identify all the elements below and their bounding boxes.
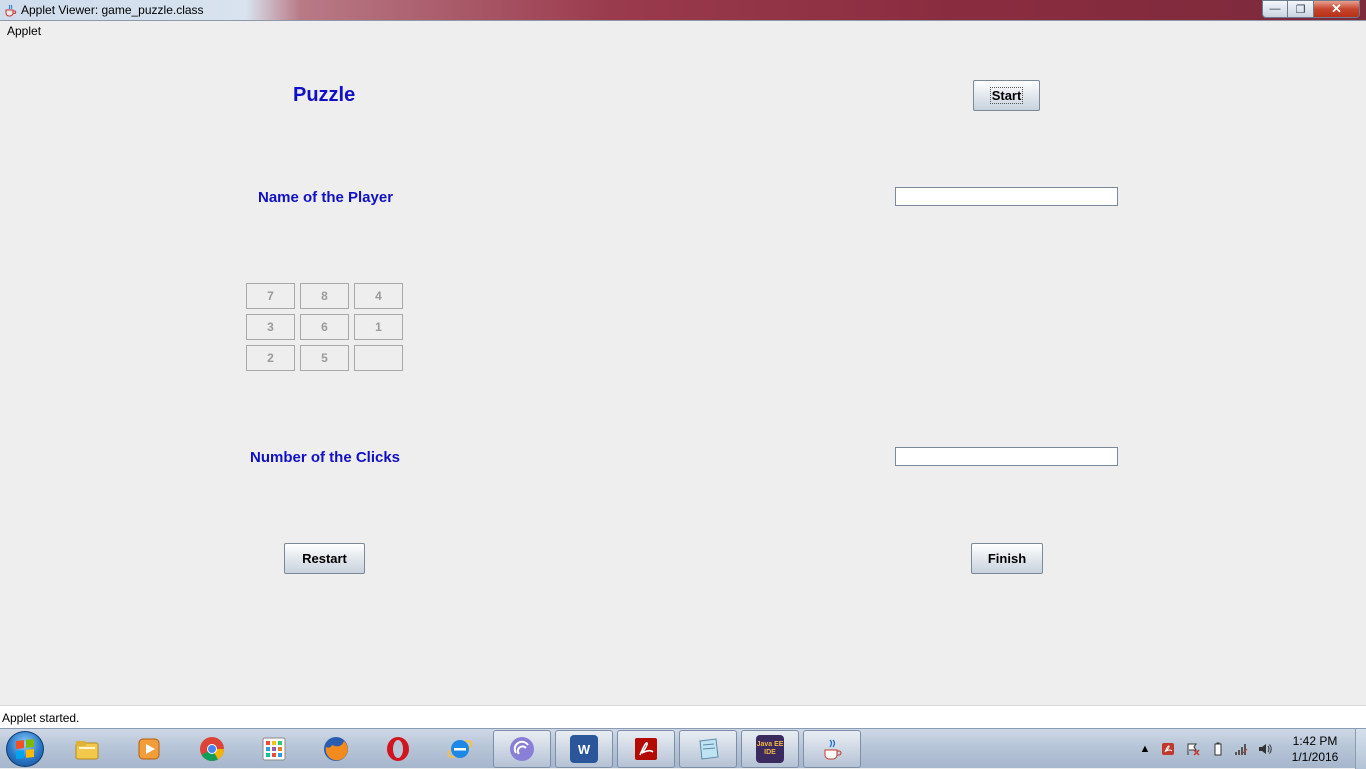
java-ee-ide-icon: Java EE IDE bbox=[756, 735, 784, 763]
taskbar-java-ee-ide[interactable]: Java EE IDE bbox=[741, 730, 799, 768]
puzzle-tile[interactable]: 5 bbox=[300, 345, 349, 371]
taskbar-clock[interactable]: 1:42 PM 1/1/2016 bbox=[1283, 733, 1347, 765]
status-bar: Applet started. bbox=[0, 705, 1366, 728]
clicks-label: Number of the Clicks bbox=[250, 449, 401, 466]
finish-button[interactable]: Finish bbox=[971, 543, 1043, 574]
battery-icon[interactable] bbox=[1211, 742, 1225, 756]
show-desktop-button[interactable] bbox=[1355, 729, 1366, 769]
puzzle-tile[interactable]: 7 bbox=[246, 283, 295, 309]
clock-date: 1/1/2016 bbox=[1291, 750, 1339, 764]
restart-button[interactable]: Restart bbox=[284, 543, 365, 574]
menu-applet[interactable]: Applet bbox=[7, 24, 41, 38]
taskbar-windows-explorer[interactable] bbox=[58, 730, 116, 768]
puzzle-tile[interactable]: 2 bbox=[246, 345, 295, 371]
action-center-flag-icon[interactable] bbox=[1186, 742, 1200, 756]
start-button-orb[interactable] bbox=[6, 731, 44, 767]
window-title: Applet Viewer: game_puzzle.class bbox=[21, 3, 204, 17]
maximize-button[interactable]: ❐ bbox=[1288, 0, 1314, 18]
taskbar-internet-explorer[interactable] bbox=[431, 730, 489, 768]
clock-time: 1:42 PM bbox=[1292, 734, 1338, 748]
windows-logo-icon bbox=[16, 739, 34, 759]
taskbar-firefox[interactable] bbox=[307, 730, 365, 768]
java-cup-icon bbox=[5, 4, 17, 17]
internet-explorer-icon bbox=[447, 740, 473, 758]
status-text: Applet started. bbox=[2, 711, 80, 725]
media-player-icon bbox=[138, 738, 160, 760]
puzzle-tile[interactable]: 6 bbox=[300, 314, 349, 340]
bittorrent-icon bbox=[510, 737, 534, 761]
puzzle-tile[interactable]: 3 bbox=[246, 314, 295, 340]
player-name-input[interactable] bbox=[895, 187, 1118, 206]
taskbar-media-player[interactable] bbox=[120, 730, 178, 768]
start-button[interactable]: Start bbox=[973, 80, 1040, 111]
puzzle-title: Puzzle bbox=[293, 84, 356, 106]
menu-bar: Applet bbox=[0, 21, 1366, 41]
volume-icon[interactable] bbox=[1258, 742, 1272, 756]
minimize-button[interactable]: — bbox=[1262, 0, 1288, 18]
puzzle-tile-empty[interactable] bbox=[354, 345, 403, 371]
puzzle-tile[interactable]: 8 bbox=[300, 283, 349, 309]
window-controls: — ❐ ✕ bbox=[1262, 0, 1360, 18]
puzzle-tile[interactable]: 1 bbox=[354, 314, 403, 340]
show-hidden-icons-icon[interactable]: ▲ bbox=[1138, 742, 1152, 756]
network-signal-icon[interactable] bbox=[1234, 742, 1248, 756]
acrobat-icon bbox=[635, 738, 657, 760]
chrome-icon bbox=[200, 737, 224, 762]
word-icon: W bbox=[570, 735, 598, 763]
taskbar-acrobat[interactable] bbox=[617, 730, 675, 768]
clicks-count-input[interactable] bbox=[895, 447, 1118, 466]
puzzle-tile[interactable]: 4 bbox=[354, 283, 403, 309]
applet-panel: Puzzle Start Name of the Player 7 8 4 3 … bbox=[0, 41, 1366, 705]
start-button-label: Start bbox=[989, 87, 1024, 104]
notepad-icon bbox=[699, 738, 719, 760]
apps-grid-icon bbox=[262, 737, 286, 761]
taskbar-java[interactable] bbox=[803, 730, 861, 768]
folder-icon bbox=[75, 741, 99, 760]
title-bar: Applet Viewer: game_puzzle.class — ❐ ✕ bbox=[0, 0, 1366, 21]
taskbar-opera[interactable] bbox=[369, 730, 427, 768]
java-icon bbox=[824, 739, 842, 760]
taskbar: W Java EE IDE ▲ 1:42 PM 1/1/2016 bbox=[0, 728, 1366, 769]
player-name-label: Name of the Player bbox=[258, 189, 394, 206]
firefox-icon bbox=[324, 737, 348, 761]
taskbar-word[interactable]: W bbox=[555, 730, 613, 768]
taskbar-notepad[interactable] bbox=[679, 730, 737, 768]
taskbar-chrome[interactable] bbox=[183, 730, 241, 768]
opera-icon bbox=[387, 737, 409, 761]
taskbar-bittorrent[interactable] bbox=[493, 730, 551, 768]
close-button[interactable]: ✕ bbox=[1314, 0, 1360, 18]
acrobat-tray-icon[interactable] bbox=[1161, 742, 1175, 756]
taskbar-apps-grid[interactable] bbox=[245, 730, 303, 768]
